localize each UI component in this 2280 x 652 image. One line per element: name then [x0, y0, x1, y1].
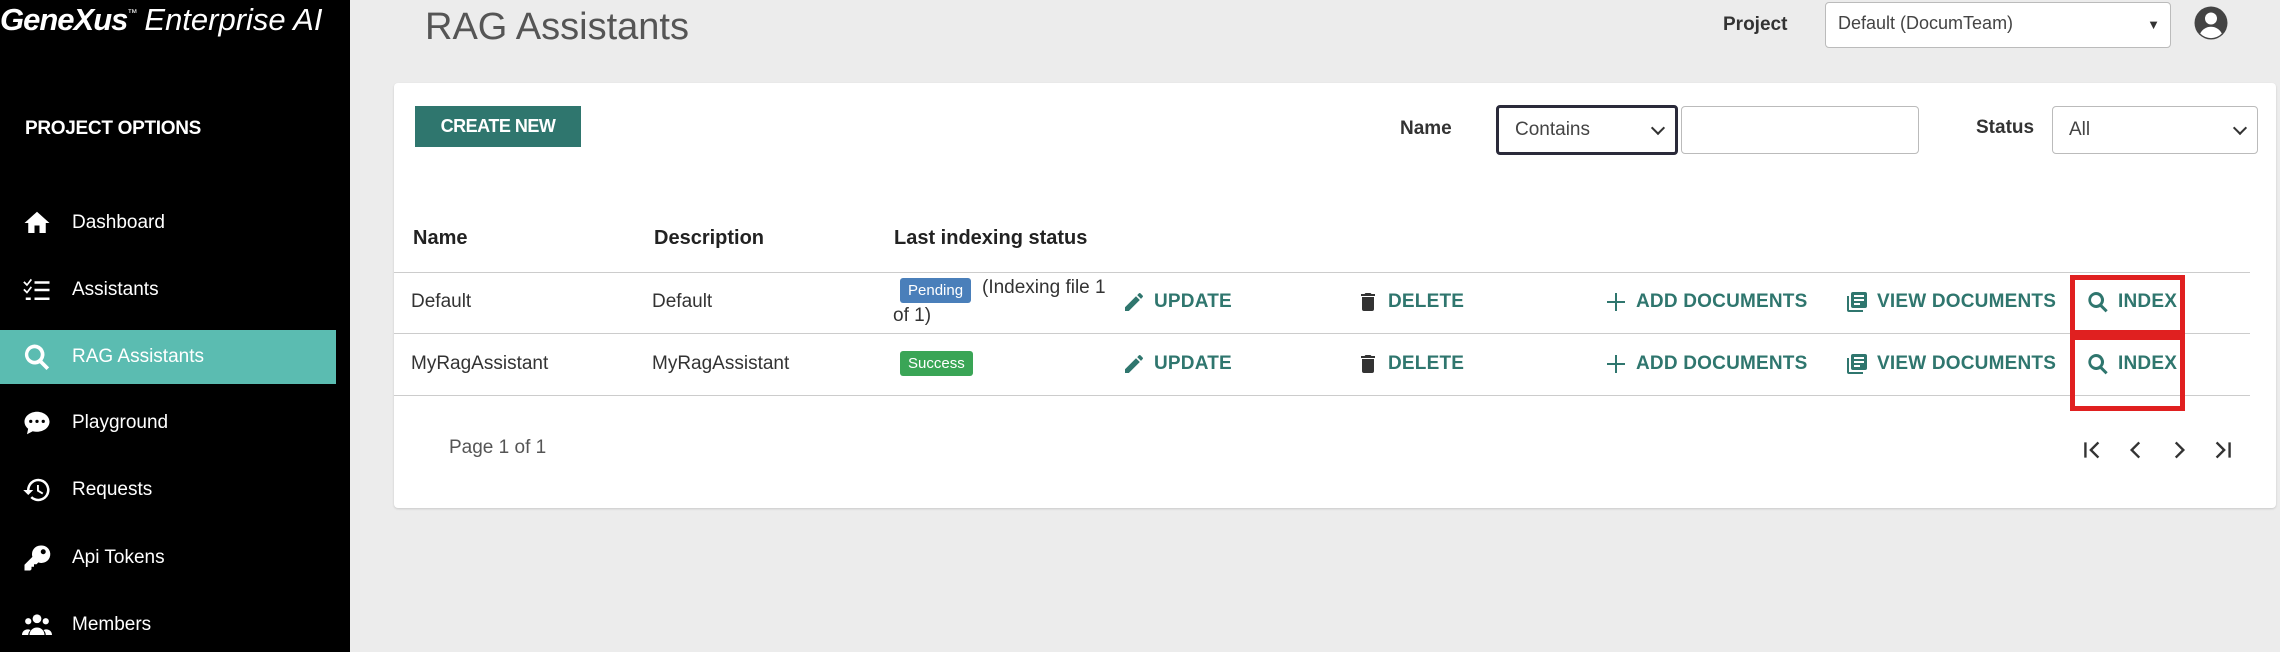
key-icon: [20, 543, 54, 573]
sidebar-item-requests[interactable]: Requests: [0, 463, 336, 517]
sidebar-item-label: Assistants: [72, 279, 159, 300]
add-documents-button[interactable]: ADD DOCUMENTS: [1604, 290, 1808, 314]
delete-button[interactable]: DELETE: [1356, 290, 1464, 314]
brand-trademark: ™: [127, 8, 138, 19]
sidebar-item-rag-assistants[interactable]: RAG Assistants: [0, 330, 336, 384]
history-icon: [20, 475, 54, 505]
pencil-icon: [1125, 355, 1143, 373]
update-button[interactable]: UPDATE: [1122, 290, 1232, 314]
trash-icon: [1361, 355, 1375, 373]
plus-icon: [1607, 355, 1625, 373]
delete-button[interactable]: DELETE: [1356, 352, 1464, 376]
pager-status: Page 1 of 1: [449, 437, 547, 458]
checklist-icon: [20, 275, 54, 305]
sidebar-item-members[interactable]: Members: [0, 598, 336, 652]
update-label: UPDATE: [1154, 291, 1232, 312]
index-highlight-box: [2070, 335, 2185, 411]
sidebar-item-label: Members: [72, 614, 152, 635]
sidebar-item-label: Playground: [72, 412, 169, 433]
first-page-icon[interactable]: [2079, 436, 2107, 464]
status-filter-value: All: [2069, 119, 2091, 140]
previous-page-icon[interactable]: [2122, 436, 2150, 464]
table-divider: [394, 272, 2250, 273]
brand-logo: GeneXus ™ Enterprise AI: [0, 2, 322, 42]
view-documents-button[interactable]: VIEW DOCUMENTS: [1845, 290, 2056, 314]
create-new-button[interactable]: CREATE NEW: [415, 106, 581, 147]
home-icon: [20, 208, 54, 238]
next-page-icon[interactable]: [2165, 436, 2193, 464]
project-select[interactable]: Default (DocumTeam) ▼: [1825, 2, 2171, 48]
column-header-last-indexing-status[interactable]: Last indexing status: [894, 227, 1087, 250]
trash-icon: [1361, 293, 1375, 311]
column-header-description[interactable]: Description: [654, 227, 764, 250]
name-operator-select[interactable]: Contains: [1496, 105, 1678, 155]
status-filter-label: Status: [1976, 117, 2035, 138]
delete-label: DELETE: [1388, 353, 1465, 374]
row-description: Default: [652, 291, 713, 312]
user-account-icon[interactable]: [2193, 5, 2229, 41]
status-filter-select[interactable]: All: [2052, 106, 2258, 154]
name-filter-input[interactable]: [1681, 106, 1919, 154]
delete-label: DELETE: [1388, 291, 1465, 312]
row-name: Default: [411, 291, 472, 312]
page-title: RAG Assistants: [425, 6, 689, 48]
documents-icon: [1847, 354, 1867, 374]
status-badge: Success: [900, 351, 973, 376]
add-documents-label: ADD DOCUMENTS: [1636, 291, 1808, 312]
project-select-value: Default (DocumTeam): [1838, 13, 2014, 33]
plus-icon: [1607, 293, 1625, 311]
sidebar-item-label: RAG Assistants: [72, 346, 204, 367]
sidebar-item-label: Api Tokens: [72, 547, 165, 568]
name-filter-label: Name: [1400, 118, 1452, 139]
last-page-icon[interactable]: [2208, 436, 2236, 464]
update-label: UPDATE: [1154, 353, 1232, 374]
project-label: Project: [1723, 14, 1788, 35]
index-highlight-box: [2070, 275, 2185, 335]
sidebar-item-label: Requests: [72, 479, 153, 500]
caret-down-icon: ▼: [2147, 17, 2160, 32]
view-documents-label: VIEW DOCUMENTS: [1877, 291, 2057, 312]
status-note-text: (Indexing file 1 of 1): [893, 277, 1106, 326]
table-divider: [394, 395, 2250, 396]
status-note: (Indexing file 1 of 1): [893, 274, 1113, 330]
sidebar-item-assistants[interactable]: Assistants: [0, 263, 336, 317]
brand-product: Enterprise AI: [144, 2, 323, 37]
chat-icon: [20, 408, 54, 438]
brand-name: GeneXus: [0, 2, 128, 37]
column-header-name[interactable]: Name: [413, 227, 467, 250]
documents-icon: [1847, 292, 1867, 312]
sidebar-item-playground[interactable]: Playground: [0, 396, 336, 450]
pencil-icon: [1125, 293, 1143, 311]
sidebar-item-label: Dashboard: [72, 212, 165, 233]
add-documents-label: ADD DOCUMENTS: [1636, 353, 1808, 374]
row-description: MyRagAssistant: [652, 353, 790, 374]
sidebar-item-dashboard[interactable]: Dashboard: [0, 196, 336, 250]
update-button[interactable]: UPDATE: [1122, 352, 1232, 376]
table-divider: [394, 333, 2250, 334]
view-documents-label: VIEW DOCUMENTS: [1877, 353, 2057, 374]
name-operator-value: Contains: [1515, 119, 1590, 140]
view-documents-button[interactable]: VIEW DOCUMENTS: [1845, 352, 2056, 376]
sidebar: GeneXus ™ Enterprise AI PROJECT OPTIONS …: [0, 0, 350, 652]
add-documents-button[interactable]: ADD DOCUMENTS: [1604, 352, 1808, 376]
search-icon: [20, 342, 54, 372]
chevron-down-icon: [2232, 120, 2248, 136]
sidebar-item-api-tokens[interactable]: Api Tokens: [0, 531, 336, 585]
chevron-down-icon: [1650, 120, 1666, 136]
row-name: MyRagAssistant: [411, 353, 549, 374]
sidebar-section-title: PROJECT OPTIONS: [25, 118, 202, 139]
users-icon: [20, 610, 54, 640]
